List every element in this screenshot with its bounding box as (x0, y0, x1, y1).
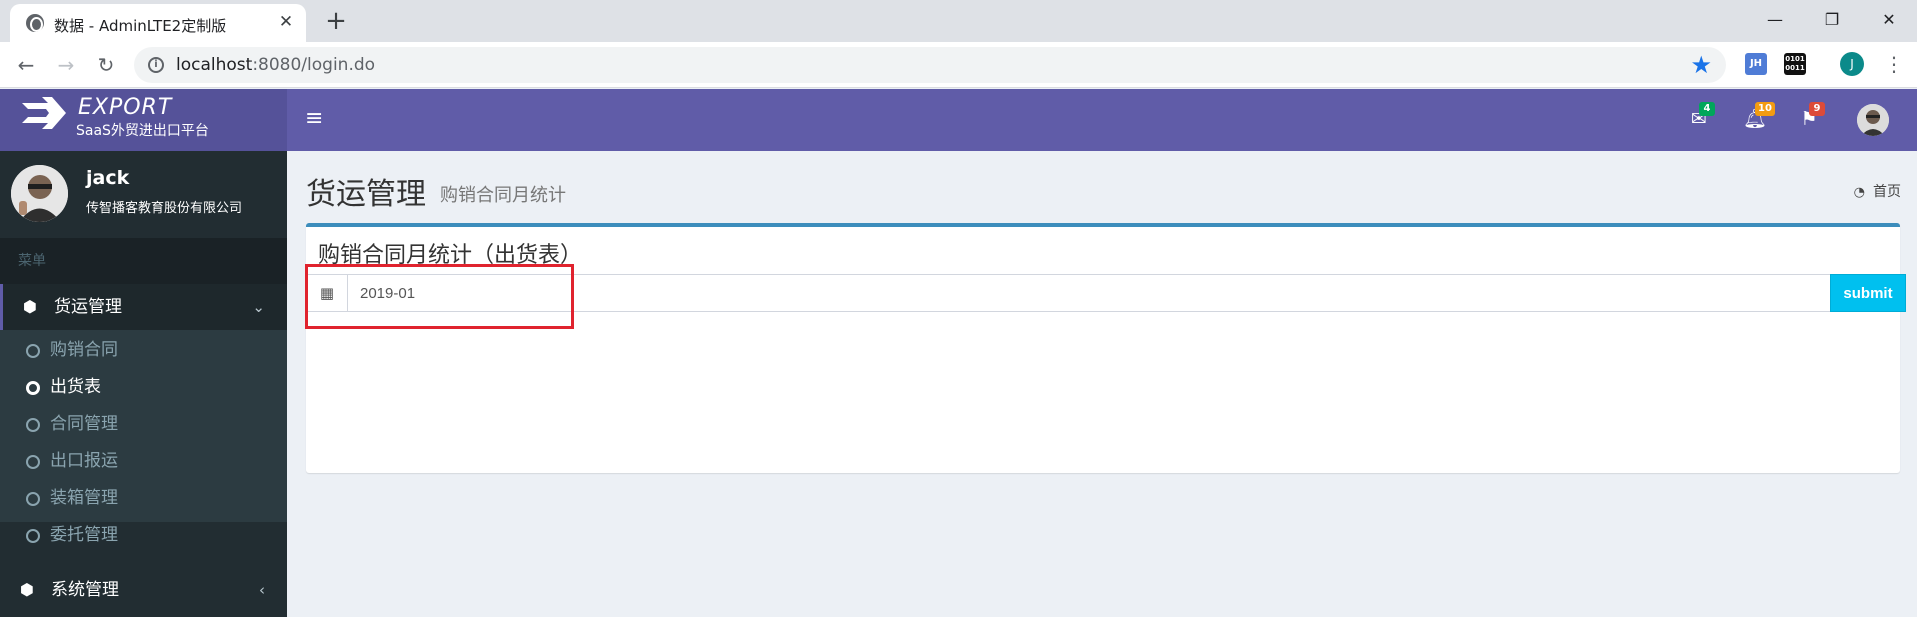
logo-subtitle: SaaS外贸进出口平台 (76, 123, 209, 139)
circle-icon (26, 418, 40, 432)
flag-badge: 9 (1809, 102, 1825, 116)
menu-item-export-report[interactable]: 出口报运 (0, 443, 287, 480)
menu-item-shipment-table[interactable]: 出货表 (0, 369, 287, 406)
page-subtitle: 购销合同月统计 (440, 185, 566, 206)
close-window-button[interactable]: ✕ (1867, 6, 1911, 34)
user-portrait-icon (1857, 104, 1889, 136)
browser-tab[interactable]: 数据 - AdminLTE2定制版 ✕ (10, 4, 306, 42)
chevron-down-icon: ⌄ (252, 298, 265, 316)
binary-extension-icon[interactable]: 0101 0011 (1784, 53, 1806, 75)
top-navbar: ≡ ✉ 4 🔔︎ 10 ⚑ 9 (287, 89, 1917, 151)
menu-item-label: 购销合同 (50, 340, 118, 360)
restore-button[interactable]: ❐ (1810, 6, 1854, 34)
reload-icon[interactable]: ↻ (92, 51, 120, 79)
user-avatar (11, 165, 68, 222)
new-tab-button[interactable]: + (322, 8, 350, 36)
menu-group-label: 货运管理 (54, 297, 122, 317)
browser-tab-strip: 数据 - AdminLTE2定制版 ✕ + — ❐ ✕ (0, 0, 1917, 42)
circle-icon (26, 455, 40, 469)
top-user-avatar[interactable] (1857, 104, 1889, 136)
chevron-left-icon: ‹ (259, 581, 265, 599)
menu-group-label: 系统管理 (51, 580, 119, 600)
url-host: localhost (176, 55, 253, 75)
content-wrapper: 货运管理 购销合同月统计 ◔ 首页 购销合同月统计（出货表） ▦ submit (287, 151, 1917, 617)
url-path: :8080/login.do (252, 55, 376, 75)
jh-extension-icon[interactable]: JH (1745, 53, 1767, 75)
bell-badge: 10 (1755, 102, 1775, 116)
submit-button[interactable]: submit (1830, 274, 1906, 312)
circle-icon (26, 492, 40, 506)
url-text: localhost:8080/login.do (176, 55, 375, 75)
cube-icon: ⬢ (23, 297, 37, 316)
globe-icon (26, 14, 44, 32)
browser-menu-icon[interactable]: ⋮ (1884, 50, 1904, 78)
logo-arrow-icon (20, 97, 66, 129)
breadcrumb-home[interactable]: 首页 (1873, 184, 1901, 200)
info-icon[interactable]: i (148, 57, 164, 73)
bell-icon[interactable]: 🔔︎ 10 (1743, 102, 1775, 131)
admin-app: EXPORT SaaS外贸进出口平台 ≡ ✉ 4 🔔︎ 10 ⚑ 9 jack … (0, 89, 1917, 617)
sidebar: jack 传智播客教育股份有限公司 菜单 ⬢ 货运管理 ⌄ 购销合同 出货表 合… (0, 151, 287, 617)
close-tab-icon[interactable]: ✕ (276, 12, 296, 32)
dashboard-icon: ◔ (1853, 185, 1865, 200)
menu-item-label: 装箱管理 (50, 488, 118, 508)
menu-item-purchase-contract[interactable]: 购销合同 (0, 332, 287, 369)
menu-group-freight[interactable]: ⬢ 货运管理 ⌄ (0, 284, 287, 330)
circle-icon (26, 344, 40, 358)
circle-icon (26, 529, 40, 543)
logo[interactable]: EXPORT SaaS外贸进出口平台 (0, 89, 287, 151)
user-portrait-icon (11, 165, 68, 222)
flag-icon[interactable]: ⚑ 9 (1797, 102, 1825, 131)
menu-item-label: 合同管理 (50, 414, 118, 434)
browser-toolbar: ← → ↻ i localhost:8080/login.do ★ JH 010… (0, 42, 1917, 88)
menu-header: 菜单 (0, 238, 287, 284)
menu-item-packing-management[interactable]: 装箱管理 (0, 480, 287, 517)
stats-box: 购销合同月统计（出货表） ▦ submit (306, 223, 1906, 473)
mail-icon[interactable]: ✉ 4 (1687, 102, 1715, 131)
circle-icon (26, 381, 40, 395)
cube-icon: ⬢ (20, 580, 34, 599)
menu-item-contract-management[interactable]: 合同管理 (0, 406, 287, 443)
menu-item-label: 出货表 (50, 377, 101, 397)
menu-item-entrust-management[interactable]: 委托管理 (0, 517, 287, 554)
user-panel: jack 传智播客教育股份有限公司 (0, 151, 287, 238)
menu-item-label: 出口报运 (50, 451, 118, 471)
logo-title: EXPORT (78, 95, 173, 120)
date-input-group: ▦ submit (306, 274, 1906, 312)
bookmark-star-icon[interactable]: ★ (1690, 51, 1712, 79)
menu-item-label: 委托管理 (50, 525, 118, 545)
account-avatar[interactable]: J (1840, 52, 1864, 76)
user-name: jack (86, 167, 130, 189)
address-bar[interactable]: i localhost:8080/login.do ★ (134, 47, 1726, 83)
minimize-button[interactable]: — (1753, 6, 1797, 34)
menu-group-system[interactable]: ⬢ 系统管理 ‹ (0, 567, 287, 613)
user-company: 传智播客教育股份有限公司 (86, 201, 243, 216)
page-title: 货运管理 (306, 177, 426, 212)
breadcrumb[interactable]: ◔ 首页 (1854, 181, 1901, 201)
tab-title: 数据 - AdminLTE2定制版 (54, 17, 227, 35)
box-title: 购销合同月统计（出货表） (318, 243, 583, 268)
forward-arrow-icon[interactable]: → (52, 51, 80, 79)
submenu-freight: 购销合同 出货表 合同管理 出口报运 装箱管理 委托管理 (0, 330, 287, 545)
calendar-icon[interactable]: ▦ (306, 274, 348, 312)
back-arrow-icon[interactable]: ← (12, 51, 40, 79)
sidebar-toggle-icon[interactable]: ≡ (305, 107, 325, 131)
mail-badge: 4 (1699, 102, 1715, 116)
month-input[interactable] (347, 274, 1831, 312)
